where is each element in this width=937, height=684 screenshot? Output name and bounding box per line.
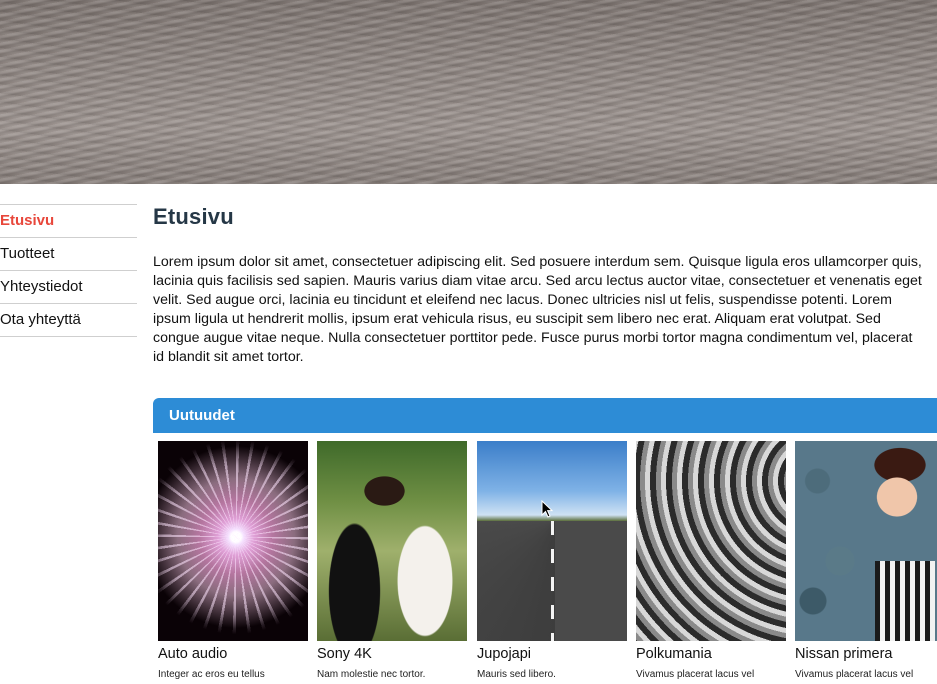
- wedding-couple-image[interactable]: [317, 441, 467, 641]
- news-card-jupojapi[interactable]: Jupojapi Mauris sed libero.: [477, 441, 627, 681]
- news-header-label: Uutuudet: [169, 407, 235, 424]
- news-card-polkumania[interactable]: Polkumania Vivamus placerat lacus vel: [636, 441, 786, 681]
- news-card-sony-4k[interactable]: Sony 4K Nam molestie nec tortor.: [317, 441, 467, 681]
- main-content: Etusivu Lorem ipsum dolor sit amet, cons…: [153, 200, 937, 367]
- card-description: Vivamus placerat lacus vel: [795, 669, 914, 680]
- card-title[interactable]: Auto audio: [158, 646, 308, 662]
- curved-stairs-image[interactable]: [636, 441, 786, 641]
- nav-item-yhteystiedot[interactable]: Yhteystiedot: [0, 270, 137, 303]
- card-title[interactable]: Polkumania: [636, 646, 786, 662]
- sidebar-nav: Etusivu Tuotteet Yhteystiedot Ota yhteyt…: [0, 204, 137, 337]
- card-title[interactable]: Sony 4K: [317, 646, 467, 662]
- news-cards: Auto audio Integer ac eros eu tellus Son…: [158, 441, 937, 684]
- page-title: Etusivu: [153, 204, 234, 229]
- news-card-auto-audio[interactable]: Auto audio Integer ac eros eu tellus: [158, 441, 308, 681]
- hero-sand-image: [0, 0, 937, 184]
- woman-sunglasses-image[interactable]: [795, 441, 937, 641]
- news-section-header: Uutuudet: [153, 398, 937, 433]
- card-description: Mauris sed libero.: [477, 669, 556, 680]
- intro-text: Lorem ipsum dolor sit amet, consectetuer…: [153, 254, 922, 365]
- nav-item-tuotteet[interactable]: Tuotteet: [0, 237, 137, 270]
- card-title[interactable]: Jupojapi: [477, 646, 627, 662]
- card-description: Integer ac eros eu tellus: [158, 669, 265, 680]
- nav-item-ota-yhteytta[interactable]: Ota yhteyttä: [0, 303, 137, 337]
- news-card-nissan-primera[interactable]: Nissan primera Vivamus placerat lacus ve…: [795, 441, 937, 681]
- card-description: Nam molestie nec tortor.: [317, 669, 426, 680]
- card-description: Vivamus placerat lacus vel: [636, 669, 755, 680]
- road-image[interactable]: [477, 441, 627, 641]
- card-title[interactable]: Nissan primera: [795, 646, 937, 662]
- nav-item-etusivu[interactable]: Etusivu: [0, 204, 137, 237]
- fireworks-image[interactable]: [158, 441, 308, 641]
